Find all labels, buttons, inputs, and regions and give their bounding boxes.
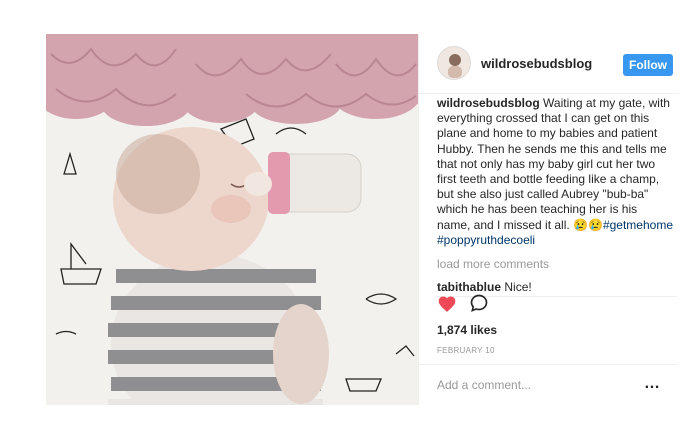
avatar[interactable] <box>437 46 471 80</box>
comment-text: Nice! <box>504 280 532 295</box>
follow-button[interactable]: Follow <box>623 54 673 76</box>
add-comment-bar: Add a comment... … <box>419 364 678 405</box>
action-bar <box>437 293 677 321</box>
baby-photo-illustration <box>46 34 418 405</box>
load-more-comments-link[interactable]: load more comments <box>437 257 673 272</box>
comments-section: wildrosebudsblog Waiting at my gate, wit… <box>437 96 673 295</box>
post-photo[interactable] <box>46 34 418 405</box>
caption-text: Waiting at my gate, with everything cros… <box>437 96 670 232</box>
post-header: wildrosebudsblog Follow <box>419 34 678 94</box>
post-date: FEBRUARY 10 <box>437 346 495 355</box>
caption-author[interactable]: wildrosebudsblog <box>437 96 540 110</box>
avatar-image <box>438 47 470 79</box>
instagram-post: wildrosebudsblog Follow wildrosebudsblog… <box>46 34 678 405</box>
hashtag-poppyruthdecoeli[interactable]: #poppyruthdecoeli <box>437 233 535 247</box>
comment-icon[interactable] <box>469 293 489 313</box>
more-options-icon[interactable]: … <box>644 375 661 393</box>
heart-icon[interactable] <box>437 294 457 314</box>
likes-count[interactable]: 1,874 likes <box>437 323 497 337</box>
hashtag-getmehome[interactable]: #getmehome <box>603 218 673 232</box>
post-sidebar: wildrosebudsblog Follow wildrosebudsblog… <box>418 34 678 405</box>
header-username[interactable]: wildrosebudsblog <box>481 56 592 71</box>
add-comment-input[interactable]: Add a comment... <box>437 378 531 392</box>
caption: wildrosebudsblog Waiting at my gate, wit… <box>437 96 673 248</box>
